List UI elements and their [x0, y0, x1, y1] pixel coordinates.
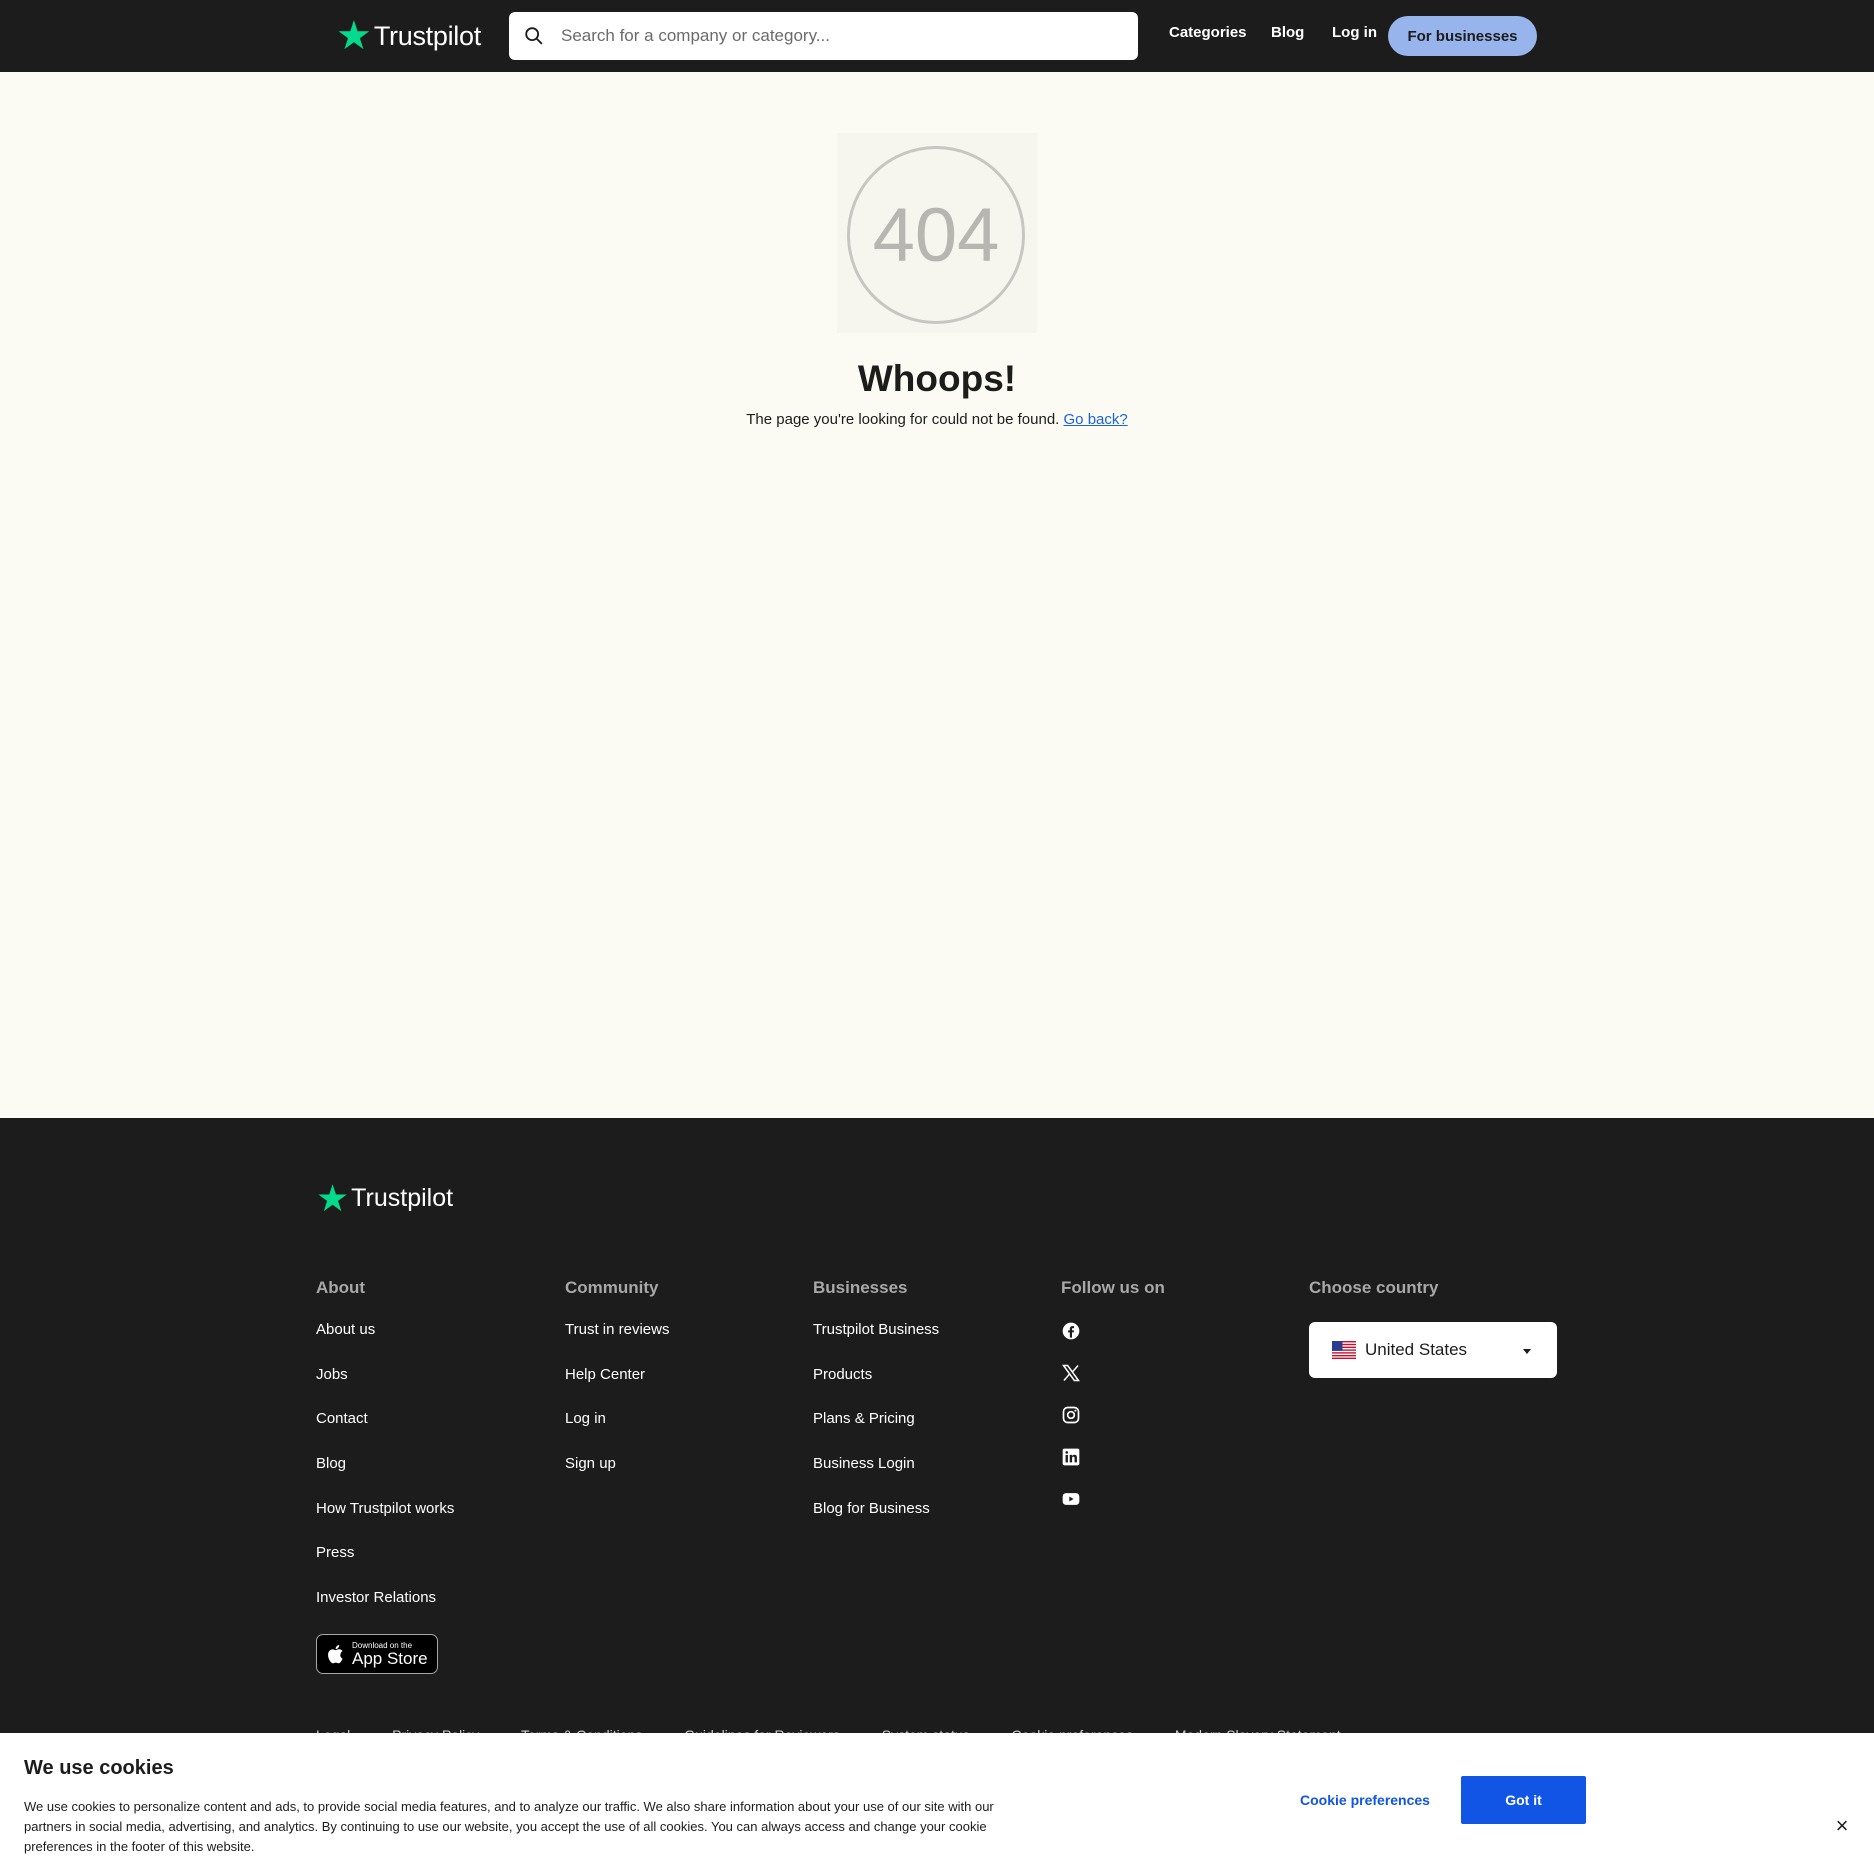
cookie-banner: We use cookies We use cookies to persona… [0, 1733, 1874, 1869]
footer-link-plans-pricing[interactable]: Plans & Pricing [813, 1410, 939, 1455]
error-title: Whoops! [857, 358, 1017, 399]
search-box[interactable] [509, 12, 1138, 60]
instagram-icon[interactable] [1061, 1405, 1081, 1425]
search-icon [525, 27, 543, 45]
column-heading: Choose country [1309, 1278, 1439, 1297]
for-businesses-button[interactable]: For businesses [1388, 16, 1537, 56]
accept-cookies-button[interactable]: Got it [1461, 1776, 1586, 1824]
footer-column-country: Choose country [1309, 1278, 1438, 1321]
cookie-title: We use cookies [24, 1757, 174, 1779]
footer-link-products[interactable]: Products [813, 1366, 939, 1411]
footer-column-follow: Follow us on [1061, 1278, 1165, 1531]
footer-link-investor-relations[interactable]: Investor Relations [316, 1589, 454, 1634]
footer-link-how-it-works[interactable]: How Trustpilot works [316, 1500, 454, 1545]
cookie-preferences-button[interactable]: Cookie preferences [1283, 1780, 1447, 1820]
x-icon[interactable] [1061, 1363, 1081, 1383]
nav-categories[interactable]: Categories [1169, 24, 1247, 41]
error-code-circle: 404 [847, 146, 1025, 324]
nav-blog[interactable]: Blog [1271, 24, 1304, 41]
apple-icon [328, 1645, 343, 1664]
error-message: The page you're looking for could not be… [0, 411, 1874, 428]
app-store-text: Download on the App Store [352, 1641, 428, 1668]
cookie-text: We use cookies to personalize content an… [24, 1799, 994, 1854]
column-heading: About [316, 1278, 366, 1297]
footer-link-help-center[interactable]: Help Center [565, 1366, 669, 1411]
footer-link-press[interactable]: Press [316, 1544, 454, 1589]
footer-link-blog[interactable]: Blog [316, 1455, 454, 1500]
footer-logo[interactable]: ★ Trustpilot [316, 1177, 454, 1219]
us-flag-icon [1332, 1341, 1356, 1359]
logo-wordmark: Trustpilot [373, 20, 481, 51]
footer-link-business-login[interactable]: Business Login [813, 1455, 939, 1500]
footer-link-jobs[interactable]: Jobs [316, 1366, 454, 1411]
nav-login[interactable]: Log in [1332, 24, 1377, 41]
country-selected-label: United States [1365, 1340, 1468, 1359]
error-message-text: The page you're looking for could not be… [746, 411, 1060, 428]
logo-wordmark: Trustpilot [351, 1183, 454, 1212]
linkedin-icon[interactable] [1061, 1447, 1081, 1467]
footer-link-trustpilot-business[interactable]: Trustpilot Business [813, 1321, 939, 1366]
close-icon[interactable]: × [1831, 1813, 1853, 1838]
footer-link-blog-for-business[interactable]: Blog for Business [813, 1500, 939, 1545]
column-heading: Community [565, 1278, 659, 1297]
footer-column-businesses: Businesses Trustpilot Business Products … [813, 1278, 939, 1544]
youtube-icon[interactable] [1061, 1489, 1081, 1509]
footer-link-trust[interactable]: Trust in reviews [565, 1321, 669, 1366]
go-back-link[interactable]: Go back? [1064, 411, 1128, 428]
column-heading: Businesses [813, 1278, 908, 1297]
footer-link-contact[interactable]: Contact [316, 1410, 454, 1455]
top-header: ★ Trustpilot Categories Blog Log in For … [0, 0, 1874, 72]
country-select[interactable]: United States [1309, 1322, 1557, 1378]
footer-link-login[interactable]: Log in [565, 1410, 669, 1455]
footer-link-signup[interactable]: Sign up [565, 1455, 669, 1500]
chevron-down-icon [1523, 1349, 1531, 1354]
facebook-icon[interactable] [1061, 1321, 1081, 1341]
footer-link-about-us[interactable]: About us [316, 1321, 454, 1366]
trustpilot-logo[interactable]: ★ Trustpilot [336, 16, 481, 56]
star-icon: ★ [336, 14, 372, 58]
app-store-badge[interactable]: Download on the App Store [316, 1634, 438, 1674]
footer-column-about: About About us Jobs Contact Blog How Tru… [316, 1278, 454, 1634]
app-store-big-text: App Store [352, 1648, 428, 1668]
footer-column-community: Community Trust in reviews Help Center L… [565, 1278, 669, 1500]
column-heading: Follow us on [1061, 1278, 1165, 1297]
error-illustration: 404 [837, 133, 1037, 333]
star-icon: ★ [316, 1177, 350, 1219]
search-input[interactable] [561, 26, 1121, 46]
